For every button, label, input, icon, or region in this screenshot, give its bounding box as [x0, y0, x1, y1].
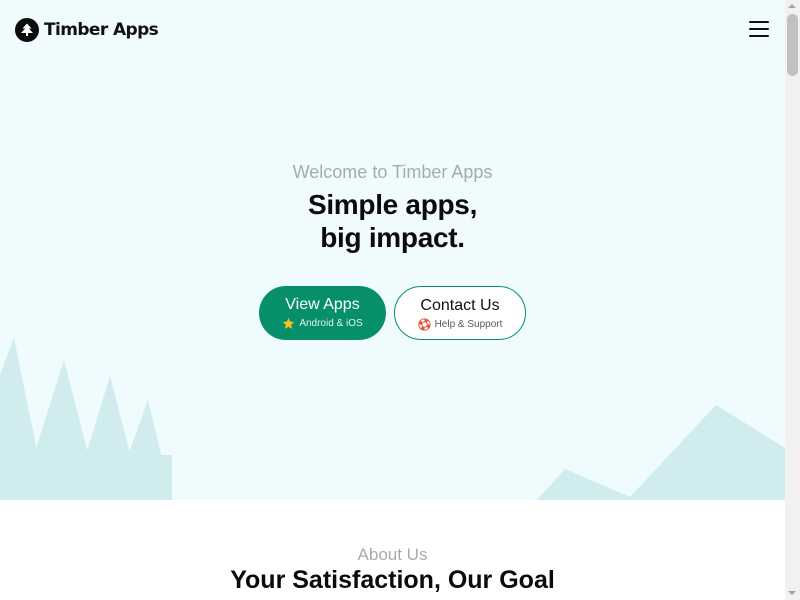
about-title: Your Satisfaction, Our Goal: [230, 566, 555, 594]
view-apps-sub: Android & iOS: [259, 317, 386, 330]
view-apps-button[interactable]: View Apps Android & iOS: [259, 286, 386, 340]
view-apps-label: View Apps: [285, 296, 360, 313]
brand-name: Timber Apps: [44, 20, 159, 40]
contact-us-sub-label: Help & Support: [434, 319, 503, 330]
star-icon: [283, 317, 295, 329]
mountain-shape: [537, 405, 785, 500]
tree-shape: [0, 455, 172, 500]
brand-logo[interactable]: Timber Apps: [15, 18, 159, 42]
hero-eyebrow: Welcome to Timber Apps: [292, 162, 493, 182]
hero-section: Welcome to Timber Apps Simple apps, big …: [0, 0, 785, 500]
contact-us-button[interactable]: Contact Us Help & Support: [394, 286, 526, 340]
page: Welcome to Timber Apps Simple apps, big …: [0, 0, 785, 600]
hero-title-line-1: Simple apps,: [307, 189, 478, 220]
scroll-down-arrow-icon[interactable]: [788, 591, 796, 595]
about-eyebrow: About Us: [357, 545, 428, 564]
site-header: Timber Apps: [0, 0, 785, 60]
hero-title: Simple apps, big impact.: [0, 188, 785, 254]
scrollbar-thumb[interactable]: [787, 14, 798, 76]
hero-title-line-2: big impact.: [320, 222, 465, 253]
contact-us-sub: Help & Support: [395, 318, 525, 331]
lifebuoy-icon: [417, 318, 431, 331]
scroll-up-arrow-icon[interactable]: [788, 4, 796, 8]
tree-icon: [15, 18, 39, 42]
view-apps-sub-label: Android & iOS: [299, 318, 363, 329]
hamburger-menu-icon[interactable]: [749, 20, 771, 38]
vertical-scrollbar[interactable]: [785, 0, 800, 600]
contact-us-label: Contact Us: [420, 297, 500, 314]
